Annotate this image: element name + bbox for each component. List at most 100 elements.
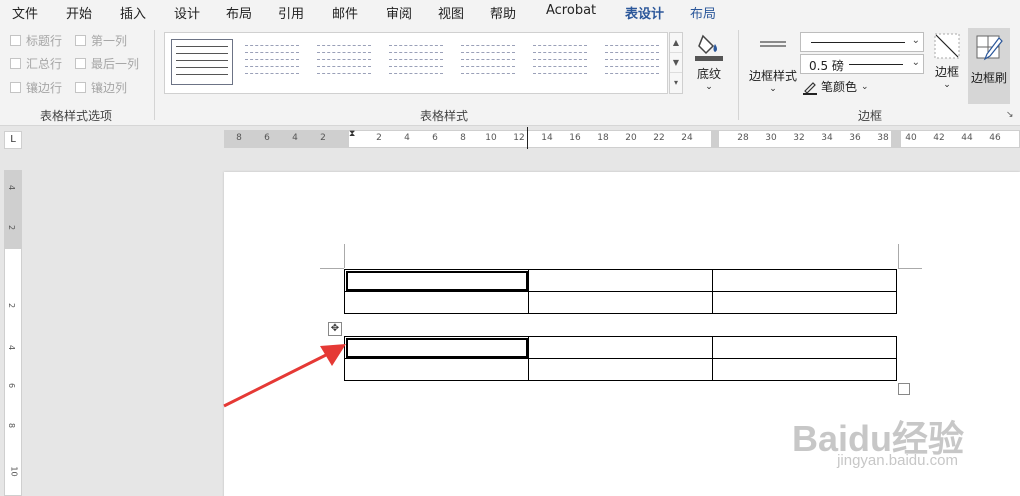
ruler-tick-label: 4	[7, 344, 17, 351]
table-style-gallery	[164, 32, 668, 94]
dialog-launcher-icon[interactable]: ↘	[1006, 110, 1014, 120]
border-style-icon	[760, 41, 786, 47]
shading-label: 底纹	[696, 67, 721, 81]
chevron-down-icon: ⌄	[861, 81, 869, 92]
check-label: 最后一列	[91, 57, 140, 71]
vertical-ruler[interactable]: 4 2 2 4 6 8 10	[4, 170, 22, 496]
table-cell[interactable]	[712, 336, 897, 359]
check-header-row[interactable]: 标题行	[10, 32, 62, 49]
ruler-tick-label: 2	[7, 224, 17, 231]
ruler-column-marker[interactable]	[711, 131, 719, 147]
table-style-5[interactable]	[457, 39, 519, 85]
checkbox-icon	[10, 58, 21, 69]
shading-button[interactable]: 底纹 ⌄	[692, 30, 726, 92]
table-resize-handle[interactable]	[898, 383, 910, 395]
table-cell[interactable]	[712, 269, 897, 292]
table-move-handle-icon[interactable]: ✥	[328, 322, 342, 336]
ruler-column-marker[interactable]	[891, 131, 901, 147]
line-style-preview	[811, 42, 905, 43]
document-table-2[interactable]	[344, 336, 897, 381]
menu-mailings[interactable]: 邮件	[332, 3, 358, 22]
menu-help[interactable]: 帮助	[490, 3, 516, 22]
border-painter-button[interactable]: 边框刷	[968, 28, 1010, 104]
table-cell[interactable]	[528, 269, 713, 292]
table-row	[344, 269, 897, 292]
line-style-dropdown[interactable]: ⌄	[800, 32, 924, 52]
ruler-tick-label: 4	[404, 133, 410, 143]
ruler-margin-top	[5, 171, 21, 249]
ruler-tick-label: 22	[653, 133, 665, 143]
check-total-row[interactable]: 汇总行	[10, 55, 62, 72]
line-weight-dropdown[interactable]: 0.5 磅 ⌄	[800, 54, 924, 74]
menu-table-layout[interactable]: 布局	[690, 3, 716, 22]
chevron-down-icon: ⌄	[911, 57, 920, 68]
chevron-down-icon[interactable]: ▼	[670, 53, 682, 73]
ruler-tick-label: 32	[793, 133, 805, 143]
border-styles-label: 边框样式	[748, 69, 797, 83]
ruler-tick-label: 44	[961, 133, 973, 143]
ruler-tick-label: 34	[821, 133, 833, 143]
tab-selector[interactable]: L	[4, 131, 22, 149]
menu-design[interactable]: 设计	[174, 3, 200, 22]
ruler-tick-label: 10	[9, 466, 19, 477]
check-banded-columns[interactable]: 镶边列	[75, 79, 127, 96]
table-cell[interactable]	[712, 291, 897, 314]
menu-table-design[interactable]: 表设计	[625, 3, 665, 27]
ruler-tick-label: 4	[7, 184, 17, 191]
menu-layout[interactable]: 布局	[226, 3, 252, 22]
menu-references[interactable]: 引用	[278, 3, 304, 22]
table-cell[interactable]	[344, 269, 529, 292]
ruler-tick-label: 38	[877, 133, 889, 143]
chevron-down-icon: ⌄	[943, 80, 951, 90]
menu-acrobat[interactable]: Acrobat	[546, 3, 596, 18]
table-cell[interactable]	[712, 358, 897, 381]
table-cell[interactable]	[528, 358, 713, 381]
check-banded-rows[interactable]: 镶边行	[10, 79, 62, 96]
chevron-down-icon: ⌄	[911, 35, 920, 46]
table-style-6[interactable]	[529, 39, 591, 85]
table-style-2[interactable]	[241, 39, 303, 85]
border-painter-icon	[976, 35, 1003, 61]
table-cell[interactable]	[528, 291, 713, 314]
check-label: 标题行	[26, 34, 63, 48]
table-style-3[interactable]	[313, 39, 375, 85]
document-table-1[interactable]	[344, 269, 897, 314]
horizontal-ruler[interactable]: ⧗ 8 6 4 2 2 4 6 8 10 12 14 16 18 20 22 24 28 30 32 34 36 38 40…	[224, 127, 1020, 149]
ruler-tick-label: 46	[989, 133, 1001, 143]
menu-bar: 文件 开始 插入 设计 布局 引用 邮件 审阅 视图 帮助 Acrobat 表设…	[0, 0, 1020, 27]
table-cell[interactable]	[528, 336, 713, 359]
ruler-margin-left	[225, 131, 349, 147]
table-cell[interactable]	[344, 358, 529, 381]
table-style-4[interactable]	[385, 39, 447, 85]
ruler-cursor-line	[527, 127, 528, 149]
table-style-grid[interactable]	[171, 39, 233, 85]
check-label: 汇总行	[26, 57, 63, 71]
table-style-7[interactable]	[601, 39, 663, 85]
more-icon[interactable]: ▾	[670, 73, 682, 93]
borders-label: 边框	[934, 65, 959, 79]
pen-color-button[interactable]: 笔颜色 ⌄	[802, 78, 869, 95]
check-first-column[interactable]: 第一列	[75, 32, 127, 49]
chevron-down-icon: ⌄	[769, 84, 777, 94]
check-last-column[interactable]: 最后一列	[75, 55, 139, 72]
menu-review[interactable]: 审阅	[386, 3, 412, 22]
line-weight-preview	[849, 64, 903, 65]
checkbox-icon	[75, 82, 86, 93]
ruler-tick-label: 8	[236, 133, 242, 143]
indent-marker-icon[interactable]: ⧗	[349, 129, 355, 139]
ruler-tick-label: 40	[905, 133, 917, 143]
paint-bucket-icon	[695, 34, 723, 61]
border-styles-button[interactable]: 边框样式 ⌄	[746, 32, 800, 94]
table-cell[interactable]	[344, 291, 529, 314]
menu-insert[interactable]: 插入	[120, 3, 146, 22]
checkbox-icon	[75, 35, 86, 46]
ruler-tick-label: 8	[460, 133, 466, 143]
ruler-tick-label: 12	[513, 133, 525, 143]
menu-home[interactable]: 开始	[66, 3, 92, 22]
menu-view[interactable]: 视图	[438, 3, 464, 22]
borders-button[interactable]: 边框 ⌄	[930, 32, 964, 90]
menu-file[interactable]: 文件	[12, 3, 38, 22]
table-cell[interactable]	[344, 336, 529, 359]
chevron-up-icon[interactable]: ▲	[670, 33, 682, 53]
gallery-scroll[interactable]: ▲ ▼ ▾	[669, 32, 683, 94]
